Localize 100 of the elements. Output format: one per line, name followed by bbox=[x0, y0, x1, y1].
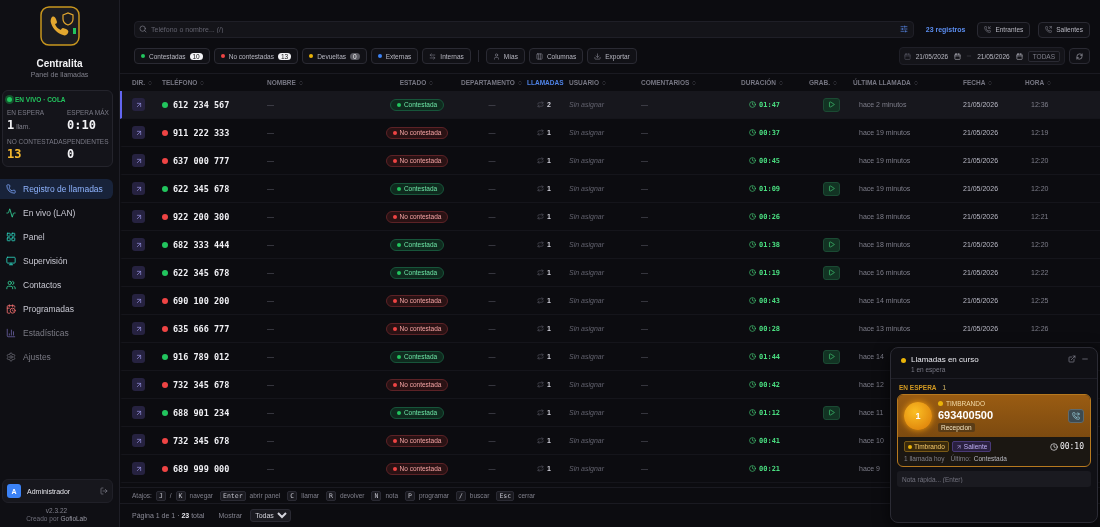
phone-number: 637 000 777 bbox=[173, 155, 230, 166]
direction-button[interactable] bbox=[132, 238, 145, 251]
nav-item[interactable]: Contactos bbox=[0, 275, 113, 295]
direction-button[interactable] bbox=[132, 126, 145, 139]
repeat-icon bbox=[537, 269, 544, 276]
direction-button[interactable] bbox=[132, 434, 145, 447]
phone-number: 922 200 300 bbox=[173, 211, 230, 222]
play-button[interactable] bbox=[822, 405, 840, 420]
phone-number: 689 999 000 bbox=[173, 463, 230, 474]
calendar-icon bbox=[6, 304, 16, 314]
arrow-icon bbox=[134, 464, 143, 473]
repeat-icon bbox=[537, 213, 544, 220]
arrow-icon bbox=[134, 408, 143, 417]
phone-icon bbox=[984, 26, 992, 33]
status-dot bbox=[908, 444, 912, 449]
direction-button[interactable] bbox=[132, 350, 145, 363]
sort-icon bbox=[147, 79, 153, 86]
nav-item[interactable]: En vivo (LAN) bbox=[0, 203, 113, 223]
direction-button[interactable] bbox=[132, 154, 145, 167]
arrow-icon bbox=[134, 268, 143, 277]
sort-icon bbox=[831, 79, 838, 86]
stat-value: 1 bbox=[7, 118, 15, 132]
play-button[interactable] bbox=[822, 181, 840, 196]
arrow-icon bbox=[134, 100, 143, 109]
sort-icon bbox=[987, 79, 994, 86]
arrow-icon bbox=[134, 324, 143, 333]
external-link-icon[interactable] bbox=[1068, 355, 1076, 363]
repeat-icon bbox=[537, 241, 544, 248]
repeat-icon bbox=[537, 129, 544, 136]
play-button[interactable] bbox=[822, 97, 840, 112]
logout-icon[interactable] bbox=[100, 487, 108, 495]
direction-button[interactable] bbox=[132, 210, 145, 223]
arrow-icon bbox=[955, 443, 962, 450]
columns-icon bbox=[535, 52, 543, 60]
calendar-icon bbox=[954, 52, 962, 60]
status-dot bbox=[901, 358, 906, 363]
sort-icon bbox=[691, 79, 698, 86]
clock-icon bbox=[749, 241, 756, 248]
live-dot-icon bbox=[7, 97, 12, 102]
settings-icon bbox=[6, 352, 16, 362]
filter-icon[interactable] bbox=[899, 25, 908, 33]
clock-icon bbox=[749, 129, 756, 136]
direction-button[interactable] bbox=[132, 462, 145, 475]
repeat-icon bbox=[537, 325, 544, 332]
phone-number: 690 100 200 bbox=[173, 295, 230, 306]
play-icon bbox=[827, 101, 835, 108]
arrow-icon bbox=[134, 240, 143, 249]
sort-icon bbox=[778, 79, 785, 86]
phone-number: 916 789 012 bbox=[173, 351, 230, 362]
phone-number: 622 345 678 bbox=[173, 267, 230, 278]
stat-value: 0:10 bbox=[67, 118, 96, 132]
phone-number: 911 222 333 bbox=[173, 127, 230, 138]
direction-button[interactable] bbox=[132, 294, 145, 307]
sort-icon bbox=[1046, 79, 1053, 86]
arrow-icon bbox=[134, 380, 143, 389]
repeat-icon bbox=[537, 185, 544, 192]
pulse-icon bbox=[6, 208, 16, 218]
phone-number: 732 345 678 bbox=[173, 379, 230, 390]
nav-item[interactable]: Supervisión bbox=[0, 251, 113, 271]
phone-number: 688 901 234 bbox=[173, 407, 230, 418]
call-button[interactable] bbox=[1068, 409, 1084, 423]
direction-button[interactable] bbox=[132, 182, 145, 195]
play-button[interactable] bbox=[822, 349, 840, 364]
clock-icon bbox=[749, 353, 756, 360]
search-icon bbox=[139, 25, 147, 33]
person-icon bbox=[492, 52, 500, 60]
queue-position: 1 bbox=[904, 402, 932, 430]
phone-icon bbox=[6, 184, 16, 194]
clock-icon bbox=[749, 325, 756, 332]
repeat-icon bbox=[537, 465, 544, 472]
status-dot bbox=[938, 401, 943, 406]
nav-item[interactable]: Panel bbox=[0, 227, 113, 247]
direction-button[interactable] bbox=[132, 322, 145, 335]
clock-icon bbox=[1049, 442, 1058, 451]
clock-icon bbox=[749, 157, 756, 164]
repeat-icon bbox=[537, 101, 544, 108]
play-button[interactable] bbox=[822, 237, 840, 252]
download-icon bbox=[594, 52, 602, 60]
bar-chart-icon bbox=[6, 328, 16, 338]
clock-icon bbox=[749, 381, 756, 388]
direction-button[interactable] bbox=[132, 266, 145, 279]
nav-item[interactable]: Programadas bbox=[0, 299, 113, 319]
app-logo-icon bbox=[39, 6, 80, 46]
play-icon bbox=[827, 269, 835, 276]
direction-button[interactable] bbox=[132, 98, 145, 111]
clock-icon bbox=[749, 437, 756, 444]
refresh-button[interactable] bbox=[1069, 48, 1090, 64]
stat-value: 13 bbox=[7, 147, 22, 161]
sort-icon bbox=[199, 79, 206, 86]
clock-icon bbox=[749, 409, 756, 416]
refresh-icon bbox=[1076, 52, 1083, 60]
direction-button[interactable] bbox=[132, 378, 145, 391]
arrow-icon bbox=[134, 128, 143, 137]
repeat-icon bbox=[537, 157, 544, 164]
grid-icon bbox=[6, 232, 16, 242]
nav-item[interactable]: Registro de llamadas bbox=[0, 179, 113, 199]
play-icon bbox=[827, 185, 835, 192]
direction-button[interactable] bbox=[132, 406, 145, 419]
panel-title: Llamadas en curso bbox=[911, 355, 980, 364]
play-button[interactable] bbox=[822, 265, 840, 280]
